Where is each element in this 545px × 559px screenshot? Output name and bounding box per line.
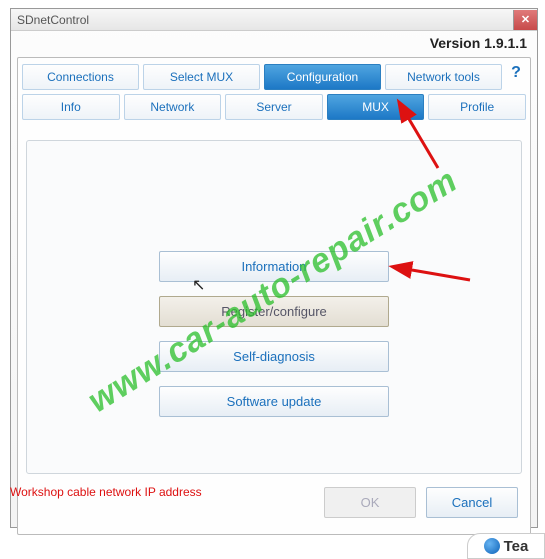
cancel-button[interactable]: Cancel xyxy=(426,487,518,518)
teamviewer-icon xyxy=(484,538,500,554)
window-title: SDnetControl xyxy=(17,13,89,27)
content-panel: Information Register/configure Self-diag… xyxy=(26,140,522,474)
self-diagnosis-button[interactable]: Self-diagnosis xyxy=(159,341,389,372)
close-button[interactable]: ✕ xyxy=(513,10,537,30)
close-icon: ✕ xyxy=(521,13,530,26)
teamviewer-badge[interactable]: Tea xyxy=(467,533,545,559)
status-text: Workshop cable network IP address xyxy=(10,485,202,499)
dialog-body: Connections Select MUX Configuration Net… xyxy=(17,57,531,535)
tab-info[interactable]: Info xyxy=(22,94,120,120)
register-configure-button[interactable]: Register/configure xyxy=(159,296,389,327)
version-label: Version 1.9.1.1 xyxy=(11,31,537,55)
software-update-button[interactable]: Software update xyxy=(159,386,389,417)
tab-configuration[interactable]: Configuration xyxy=(264,64,381,90)
ok-button: OK xyxy=(324,487,416,518)
help-button[interactable]: ? xyxy=(506,64,526,90)
tab-mux[interactable]: MUX xyxy=(327,94,425,120)
tab-network[interactable]: Network xyxy=(124,94,222,120)
secondary-tabs: Info Network Server MUX Profile xyxy=(18,90,530,120)
tab-server[interactable]: Server xyxy=(225,94,323,120)
app-window: SDnetControl ✕ Version 1.9.1.1 Connectio… xyxy=(10,8,538,528)
title-bar: SDnetControl ✕ xyxy=(11,9,537,31)
tab-profile[interactable]: Profile xyxy=(428,94,526,120)
primary-tabs: Connections Select MUX Configuration Net… xyxy=(18,58,530,90)
mux-button-column: Information Register/configure Self-diag… xyxy=(159,251,389,431)
teamviewer-label: Tea xyxy=(504,538,529,555)
dialog-buttons: OK Cancel xyxy=(324,487,518,518)
tab-network-tools[interactable]: Network tools xyxy=(385,64,502,90)
tab-select-mux[interactable]: Select MUX xyxy=(143,64,260,90)
information-button[interactable]: Information xyxy=(159,251,389,282)
tab-connections[interactable]: Connections xyxy=(22,64,139,90)
